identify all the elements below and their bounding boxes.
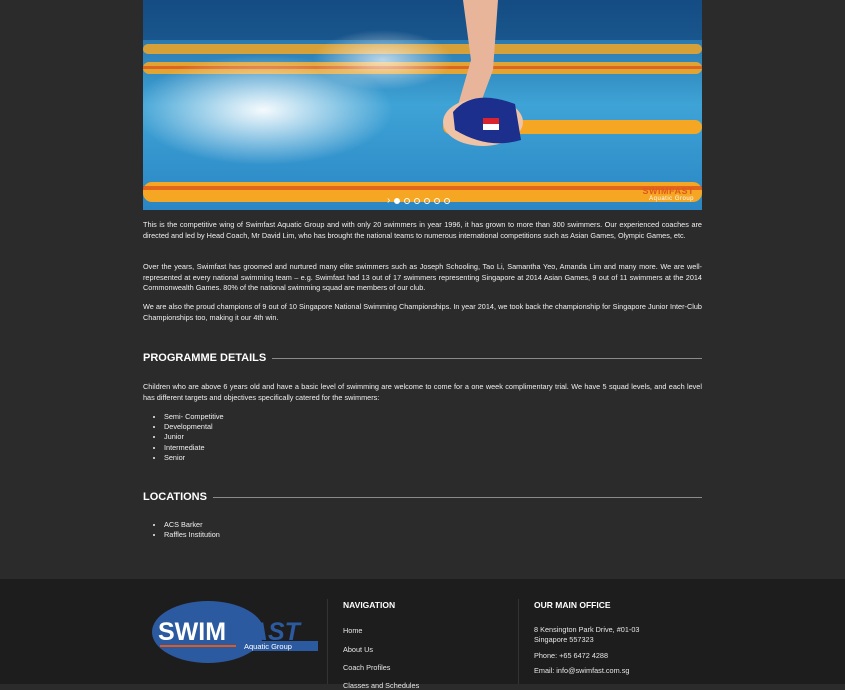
slider-dot[interactable] xyxy=(414,198,421,204)
office-phone: Phone: +65 6472 4288 xyxy=(534,651,609,660)
intro-paragraph-1: This is the competitive wing of Swimfast… xyxy=(143,220,702,240)
list-item: Senior xyxy=(164,453,224,463)
footer-link-classes[interactable]: Classes and Schedules xyxy=(343,681,419,690)
locations-heading-text: LOCATIONS xyxy=(143,491,207,503)
footer-nav-title: NAVIGATION xyxy=(343,600,396,610)
logo-sub-text: Aquatic Group xyxy=(244,642,292,651)
hero-logo-text: SWIMFAST xyxy=(642,186,694,196)
footer-divider xyxy=(518,599,519,684)
programme-heading-text: PROGRAMME DETAILS xyxy=(143,352,267,364)
heading-divider xyxy=(212,496,702,498)
list-item: Raffles Institution xyxy=(164,530,220,540)
site-footer: SWIM FAST Aquatic Group NAVIGATION Home … xyxy=(0,579,845,690)
hero-slider: SWIMFAST Aquatic Group › xyxy=(143,0,702,210)
chevron-right-icon[interactable]: › xyxy=(387,196,390,206)
office-address-line1: 8 Kensington Park Drive, #01-03 xyxy=(534,625,640,634)
hero-logo-sub: Aquatic Group xyxy=(649,196,694,202)
office-email[interactable]: Email: info@swimfast.com.sg xyxy=(534,666,629,676)
footer-link-about[interactable]: About Us xyxy=(343,645,373,654)
programme-heading: PROGRAMME DETAILS xyxy=(143,352,702,364)
logo-swim-text: SWIM xyxy=(158,618,226,646)
location-list: ACS Barker Raffles Institution xyxy=(143,520,220,540)
programme-text: Children who are above 6 years old and h… xyxy=(143,382,702,402)
list-item: ACS Barker xyxy=(164,520,220,530)
list-item: Developmental xyxy=(164,422,224,432)
footer-office-title: OUR MAIN OFFICE xyxy=(534,600,611,610)
swimfast-logo[interactable]: SWIM FAST Aquatic Group xyxy=(150,599,322,665)
hero-watermark-logo: SWIMFAST Aquatic Group xyxy=(643,186,695,202)
heading-divider xyxy=(272,357,702,359)
slider-dot[interactable] xyxy=(394,198,401,204)
intro-paragraph-3: We are also the proud champions of 9 out… xyxy=(143,302,702,322)
slider-dot[interactable] xyxy=(444,198,451,204)
footer-divider xyxy=(327,599,328,684)
swimmer-photo xyxy=(143,0,702,210)
squad-level-list: Semi- Competitive Developmental Junior I… xyxy=(143,412,224,463)
slider-dot[interactable] xyxy=(424,198,431,204)
slider-nav: › xyxy=(387,196,451,206)
list-item: Semi- Competitive xyxy=(164,412,224,422)
slider-dot[interactable] xyxy=(404,198,411,204)
locations-heading: LOCATIONS xyxy=(143,491,702,503)
list-item: Junior xyxy=(164,432,224,442)
office-address-line2: Singapore 557323 xyxy=(534,635,594,644)
footer-link-home[interactable]: Home xyxy=(343,626,362,635)
list-item: Intermediate xyxy=(164,443,224,453)
footer-link-coach-profiles[interactable]: Coach Profiles xyxy=(343,663,390,672)
intro-paragraph-2: Over the years, Swimfast has groomed and… xyxy=(143,262,702,292)
slider-dot[interactable] xyxy=(434,198,441,204)
